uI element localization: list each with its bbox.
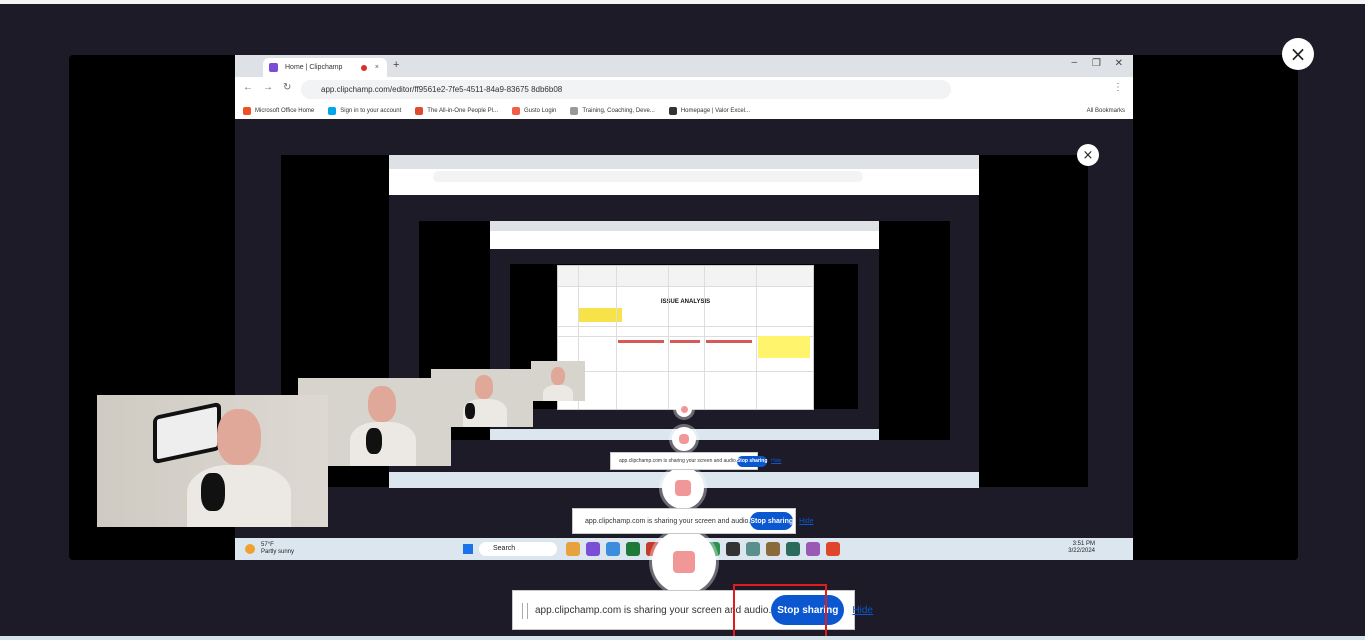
stop-icon bbox=[673, 551, 695, 573]
bookmark-item[interactable]: Sign in to your account bbox=[328, 106, 401, 115]
reload-icon[interactable]: ↻ bbox=[283, 82, 291, 93]
menu-icon[interactable]: ⋮ bbox=[1113, 82, 1123, 93]
bookmarks-bar: Microsoft Office Home Sign in to your ac… bbox=[235, 102, 1133, 119]
bookmark-item[interactable]: Homepage | Valor Excel... bbox=[668, 106, 750, 115]
browser-toolbar: ← → ↻ app.clipchamp.com/editor/ff9561e2-… bbox=[235, 77, 1133, 102]
tab-title: Home | Clipchamp bbox=[285, 64, 343, 71]
weather-icon bbox=[245, 544, 255, 554]
address-bar[interactable]: app.clipchamp.com/editor/ff9561e2-7fe5-4… bbox=[301, 80, 951, 99]
highlight-box bbox=[733, 584, 827, 638]
bottom-edge bbox=[0, 636, 1365, 640]
webcam-feed-level-4 bbox=[531, 361, 585, 401]
hide-link[interactable]: Hide bbox=[852, 605, 873, 616]
close-icon: × bbox=[1082, 147, 1094, 163]
new-tab-icon[interactable]: + bbox=[393, 59, 399, 71]
taskbar-time: 3:51 PM bbox=[1072, 541, 1095, 547]
record-stop-button-level-4 bbox=[676, 401, 692, 417]
bookmark-item[interactable]: Gusto Login bbox=[512, 106, 556, 115]
window-minimize-icon[interactable]: – bbox=[1071, 57, 1077, 68]
recording-indicator-icon bbox=[361, 64, 367, 71]
top-edge bbox=[0, 0, 1365, 4]
clipchamp-favicon-icon bbox=[269, 63, 278, 72]
url-text: app.clipchamp.com/editor/ff9561e2-7fe5-4… bbox=[321, 85, 563, 94]
window-restore-icon[interactable]: ❐ bbox=[1092, 58, 1101, 69]
taskbar-date: 3/22/2024 bbox=[1068, 548, 1095, 554]
back-icon[interactable]: ← bbox=[243, 82, 253, 93]
spreadsheet-view: ISSUE ANALYSIS bbox=[557, 265, 814, 410]
browser-tab-strip: Home | Clipchamp × + ✕ ❐ – bbox=[235, 55, 1133, 77]
webcam-feed bbox=[97, 395, 328, 527]
windows-start-icon[interactable] bbox=[463, 544, 473, 554]
tab-close-icon[interactable]: × bbox=[375, 64, 379, 71]
drag-handle-icon[interactable] bbox=[522, 603, 528, 619]
spreadsheet-title: ISSUE ANALYSIS bbox=[660, 299, 711, 305]
close-preview-button[interactable]: × bbox=[1282, 38, 1314, 70]
taskbar-search[interactable]: Search bbox=[479, 542, 557, 556]
bookmark-item[interactable]: Training, Coaching, Deve... bbox=[570, 106, 655, 115]
inner-close-button[interactable]: × bbox=[1077, 144, 1099, 166]
close-icon: × bbox=[1289, 42, 1307, 66]
record-stop-button-level-2 bbox=[662, 467, 704, 509]
weather-text: Partly sunny bbox=[261, 549, 295, 555]
bookmark-item[interactable]: Microsoft Office Home bbox=[243, 106, 314, 115]
record-stop-button[interactable] bbox=[652, 530, 716, 594]
browser-tab[interactable]: Home | Clipchamp × bbox=[263, 58, 387, 77]
bookmark-item[interactable]: The All-in-One People Pl... bbox=[415, 106, 498, 115]
all-bookmarks[interactable]: All Bookmarks bbox=[1087, 108, 1125, 114]
window-close-icon[interactable]: ✕ bbox=[1115, 58, 1123, 69]
weather-temp: 57°F bbox=[261, 542, 274, 548]
forward-icon[interactable]: → bbox=[263, 82, 273, 93]
record-stop-button-level-3 bbox=[672, 427, 696, 451]
